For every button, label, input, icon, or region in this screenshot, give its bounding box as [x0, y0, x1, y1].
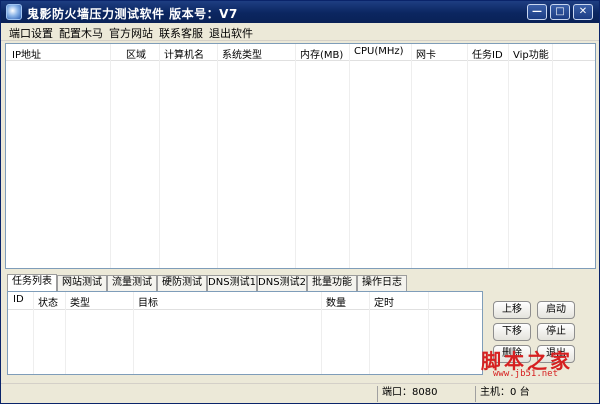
- column-divider: [552, 44, 553, 268]
- tab-dns-test-1[interactable]: DNS测试1: [207, 275, 257, 291]
- host-list-table[interactable]: IP地址 区域 计算机名 系统类型 内存(MB) CPU(MHz) 网卡 任务I…: [5, 43, 596, 269]
- column-header[interactable]: 任务ID: [472, 46, 503, 61]
- column-divider: [133, 292, 134, 374]
- column-divider: [508, 44, 509, 268]
- column-header[interactable]: Vip功能: [513, 46, 549, 61]
- menu-config-trojan[interactable]: 配置木马: [59, 25, 103, 41]
- column-divider: [65, 292, 66, 374]
- host-count: 0: [510, 387, 517, 398]
- minimize-button[interactable]: —: [527, 4, 547, 20]
- window-title: 鬼影防火墙压力测试软件 版本号：V7: [27, 7, 238, 21]
- column-header[interactable]: CPU(MHz): [354, 46, 404, 57]
- column-header[interactable]: 内存(MB): [300, 46, 343, 61]
- task-list-table[interactable]: ID 状态 类型 目标 数量 定时: [7, 291, 483, 375]
- stop-button[interactable]: 停止: [537, 323, 575, 341]
- host-label: 主机：: [480, 387, 510, 398]
- shield-app-icon: [6, 4, 22, 20]
- tab-batch-functions[interactable]: 批量功能: [307, 275, 357, 291]
- column-header[interactable]: IP地址: [12, 46, 41, 61]
- column-divider: [110, 44, 111, 268]
- column-header[interactable]: 网卡: [416, 46, 436, 61]
- column-header[interactable]: 区域: [126, 46, 146, 61]
- port-status: 端口：8080: [377, 386, 473, 402]
- column-divider: [295, 44, 296, 268]
- column-header[interactable]: 计算机名: [164, 46, 204, 61]
- host-list-header: IP地址 区域 计算机名 系统类型 内存(MB) CPU(MHz) 网卡 任务I…: [6, 44, 595, 61]
- column-divider: [321, 292, 322, 374]
- menu-contact-support[interactable]: 联系客服: [159, 25, 203, 41]
- task-list-header: ID 状态 类型 目标 数量 定时: [8, 292, 482, 310]
- column-header[interactable]: 状态: [38, 294, 58, 309]
- tab-website-test[interactable]: 网站测试: [57, 275, 107, 291]
- tab-task-list[interactable]: 任务列表: [7, 274, 57, 292]
- close-button[interactable]: ✕: [573, 4, 593, 20]
- port-label: 端口：: [382, 387, 412, 398]
- start-button[interactable]: 启动: [537, 301, 575, 319]
- watermark: 脚本之家 www.jb51.net: [473, 345, 599, 383]
- column-header[interactable]: ID: [13, 294, 24, 305]
- delete-button[interactable]: 删除: [493, 345, 531, 363]
- column-divider: [217, 44, 218, 268]
- column-divider: [467, 44, 468, 268]
- host-unit: 台: [519, 387, 530, 398]
- watermark-url: www.jb51.net: [493, 369, 559, 379]
- column-divider: [411, 44, 412, 268]
- title-bar[interactable]: 鬼影防火墙压力测试软件 版本号：V7 — □ ✕: [1, 1, 599, 23]
- move-down-button[interactable]: 下移: [493, 323, 531, 341]
- column-divider: [369, 292, 370, 374]
- menu-official-site[interactable]: 官方网站: [109, 25, 153, 41]
- column-header[interactable]: 目标: [138, 294, 158, 309]
- column-divider: [33, 292, 34, 374]
- column-header[interactable]: 系统类型: [222, 46, 262, 61]
- tab-hardware-firewall-test[interactable]: 硬防测试: [157, 275, 207, 291]
- host-status: 主机：0 台: [475, 386, 595, 402]
- tab-dns-test-2[interactable]: DNS测试2: [257, 275, 307, 291]
- tab-operation-log[interactable]: 操作日志: [357, 275, 407, 291]
- status-bar: 端口：8080 主机：0 台: [1, 383, 599, 403]
- menu-exit[interactable]: 退出软件: [209, 25, 253, 41]
- tab-traffic-test[interactable]: 流量测试: [107, 275, 157, 291]
- app-window: 鬼影防火墙压力测试软件 版本号：V7 — □ ✕ 端口设置 配置木马 官方网站 …: [0, 0, 600, 404]
- exit-button[interactable]: 退出: [537, 345, 575, 363]
- move-up-button[interactable]: 上移: [493, 301, 531, 319]
- column-divider: [159, 44, 160, 268]
- column-divider: [349, 44, 350, 268]
- column-header[interactable]: 定时: [374, 294, 394, 309]
- port-value: 8080: [412, 387, 438, 398]
- menu-port-settings[interactable]: 端口设置: [9, 25, 53, 41]
- column-divider: [428, 292, 429, 374]
- maximize-button[interactable]: □: [550, 4, 570, 20]
- column-header[interactable]: 类型: [70, 294, 90, 309]
- menu-bar: 端口设置 配置木马 官方网站 联系客服 退出软件: [1, 23, 599, 41]
- column-header[interactable]: 数量: [326, 294, 346, 309]
